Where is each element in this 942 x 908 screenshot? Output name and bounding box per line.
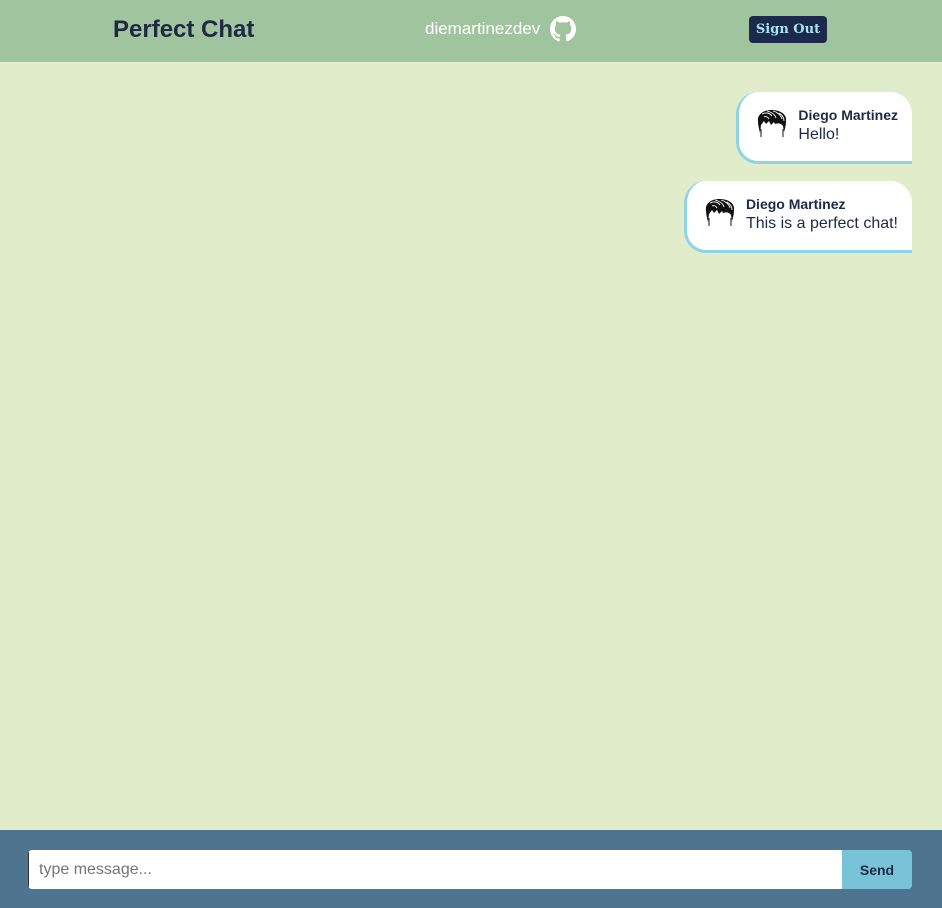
message-author: Diego Martinez <box>798 107 898 123</box>
app-title: Perfect Chat <box>113 16 255 43</box>
username-label: diemartinezdev <box>425 19 541 38</box>
message-form: Send <box>28 850 912 889</box>
message-text: This is a perfect chat! <box>745 215 898 232</box>
hair-avatar-icon <box>703 196 737 230</box>
message-composer-bar: Send <box>0 830 942 908</box>
chat-message: Diego Martinez Hello! <box>736 92 912 164</box>
message-text: Hello! <box>798 126 840 143</box>
sign-out-button[interactable]: Sign Out <box>749 16 827 43</box>
message-input[interactable] <box>28 850 842 889</box>
send-button[interactable]: Send <box>842 850 912 889</box>
github-icon <box>550 16 577 42</box>
github-profile-link[interactable]: diemartinezdev <box>425 15 577 43</box>
chat-messages-area[interactable]: Diego Martinez Hello! Diego Martinez Thi… <box>0 62 942 830</box>
hair-avatar-icon <box>755 107 789 141</box>
app-header: Perfect Chat diemartinezdev Sign Out <box>0 0 942 62</box>
message-author: Diego Martinez <box>745 196 846 212</box>
chat-message: Diego Martinez This is a perfect chat! <box>683 181 912 253</box>
